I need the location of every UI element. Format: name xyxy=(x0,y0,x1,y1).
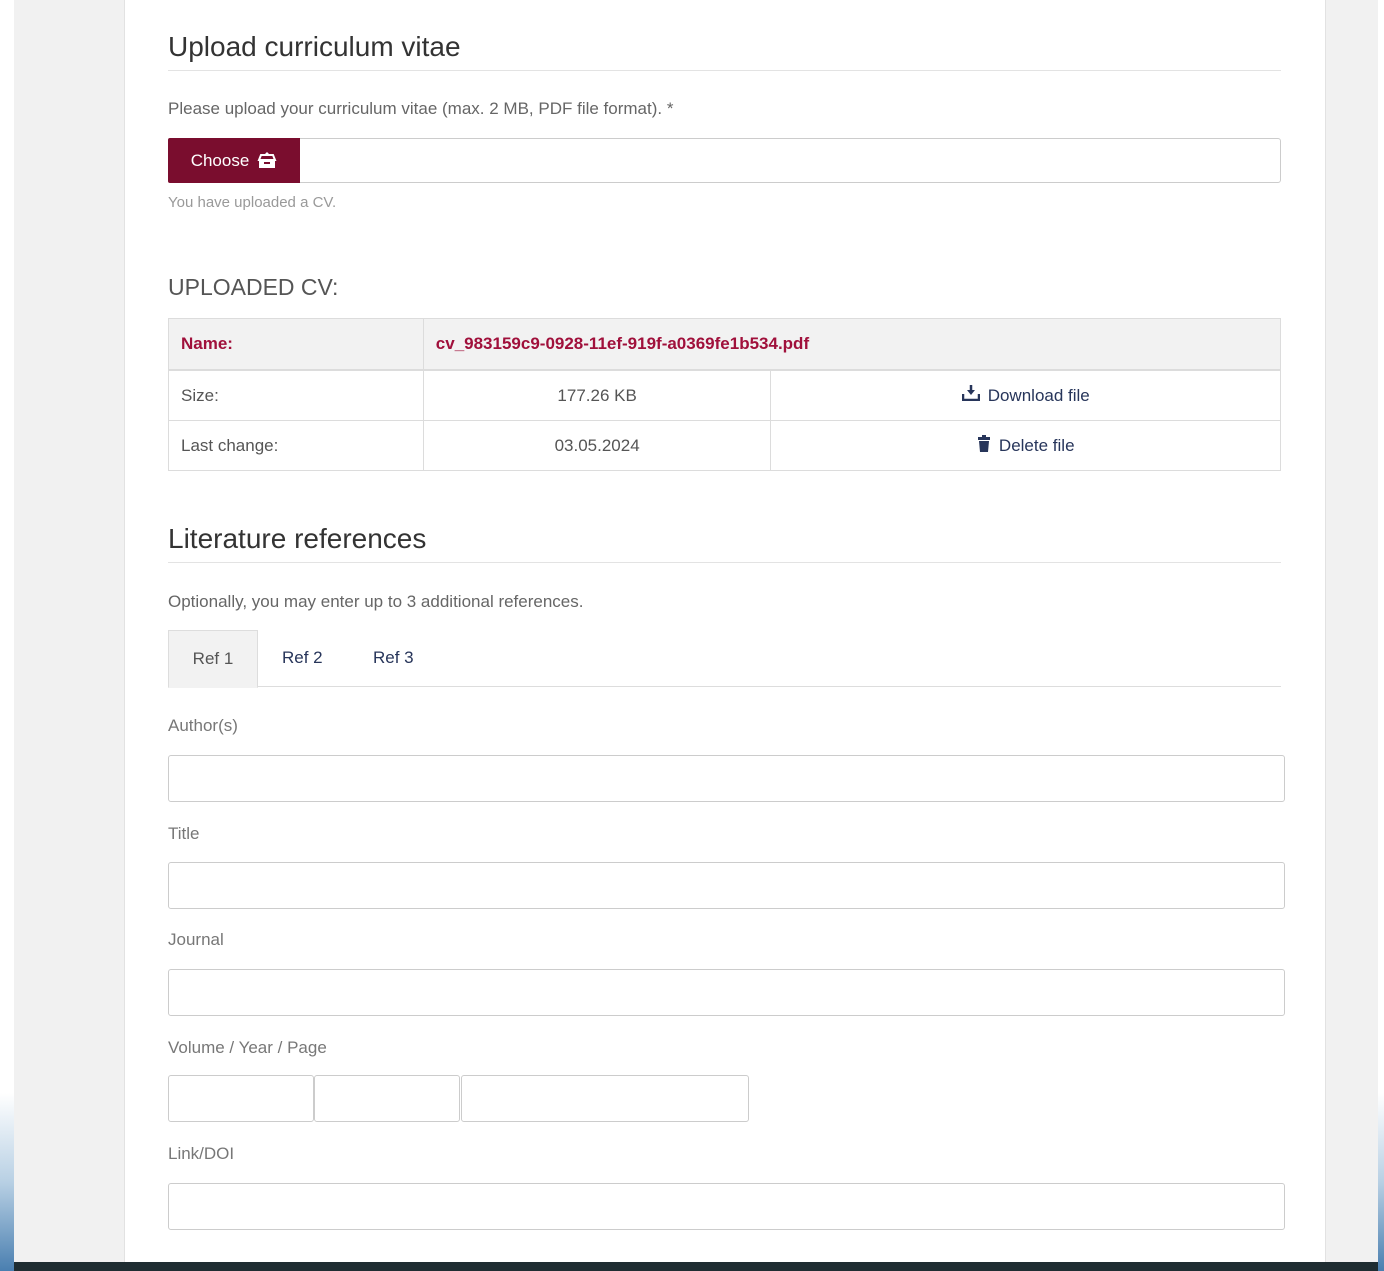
last-change-value: 03.05.2024 xyxy=(422,420,772,471)
size-label: Size: xyxy=(168,369,424,421)
page-input[interactable] xyxy=(461,1075,749,1122)
tab-ref-2[interactable]: Ref 2 xyxy=(282,630,323,686)
title-label: Title xyxy=(168,824,200,843)
uploaded-cv-heading: UPLOADED CV: xyxy=(168,274,339,300)
tab-ref-3[interactable]: Ref 3 xyxy=(373,630,414,686)
divider xyxy=(168,70,1281,71)
literature-section-title: Literature references xyxy=(168,523,427,554)
delete-file-label: Delete file xyxy=(998,435,1075,455)
link-doi-label: Link/DOI xyxy=(168,1144,235,1163)
cv-status-text: You have uploaded a CV. xyxy=(168,194,337,211)
uploaded-cv-table: Name: cv_983159c9-0928-11ef-919f-a0369fe… xyxy=(168,318,1282,471)
divider xyxy=(168,562,1281,563)
tab-ref-1[interactable]: Ref 1 xyxy=(168,630,258,688)
delete-file-link[interactable]: Delete file xyxy=(977,434,1075,457)
table-row: Size: 177.26 KB Download file xyxy=(168,369,1281,421)
trash-icon xyxy=(977,434,991,457)
journal-label: Journal xyxy=(168,930,224,949)
download-file-link[interactable]: Download file xyxy=(961,385,1090,406)
journal-input[interactable] xyxy=(168,969,1285,1016)
volume-year-page-label: Volume / Year / Page xyxy=(168,1038,327,1057)
file-name: cv_983159c9-0928-11ef-919f-a0369fe1b534.… xyxy=(422,318,1282,371)
name-label: Name: xyxy=(168,318,424,371)
year-input[interactable] xyxy=(314,1075,460,1122)
page-background-right xyxy=(1378,0,1384,1271)
title-input[interactable] xyxy=(168,862,1285,909)
cv-file-input[interactable] xyxy=(168,138,1281,183)
cv-help-text: Please upload your curriculum vitae (max… xyxy=(168,99,674,118)
literature-help-text: Optionally, you may enter up to 3 additi… xyxy=(168,592,584,611)
bottom-bar xyxy=(14,1262,1378,1271)
reference-tabs: Ref 1 Ref 2 Ref 3 xyxy=(168,630,1281,688)
download-icon xyxy=(961,385,980,406)
link-doi-input[interactable] xyxy=(168,1183,1285,1230)
table-row: Name: cv_983159c9-0928-11ef-919f-a0369fe… xyxy=(168,318,1282,371)
page-background-left xyxy=(0,0,14,1271)
size-value: 177.26 KB xyxy=(422,369,772,421)
table-row: Last change: 03.05.2024 Delete file xyxy=(168,420,1281,471)
choose-button-label: Choose xyxy=(190,150,250,170)
choose-file-button[interactable]: Choose xyxy=(168,138,300,183)
download-cell: Download file xyxy=(770,369,1281,421)
last-change-label: Last change: xyxy=(168,420,424,471)
delete-cell: Delete file xyxy=(770,420,1281,471)
authors-label: Author(s) xyxy=(168,716,238,735)
authors-input[interactable] xyxy=(168,755,1285,802)
download-file-label: Download file xyxy=(987,385,1090,405)
volume-input[interactable] xyxy=(168,1075,314,1122)
form-card: Upload curriculum vitae Please upload yo… xyxy=(124,0,1326,1262)
upload-box-icon xyxy=(257,151,277,170)
cv-section-title: Upload curriculum vitae xyxy=(168,31,461,62)
